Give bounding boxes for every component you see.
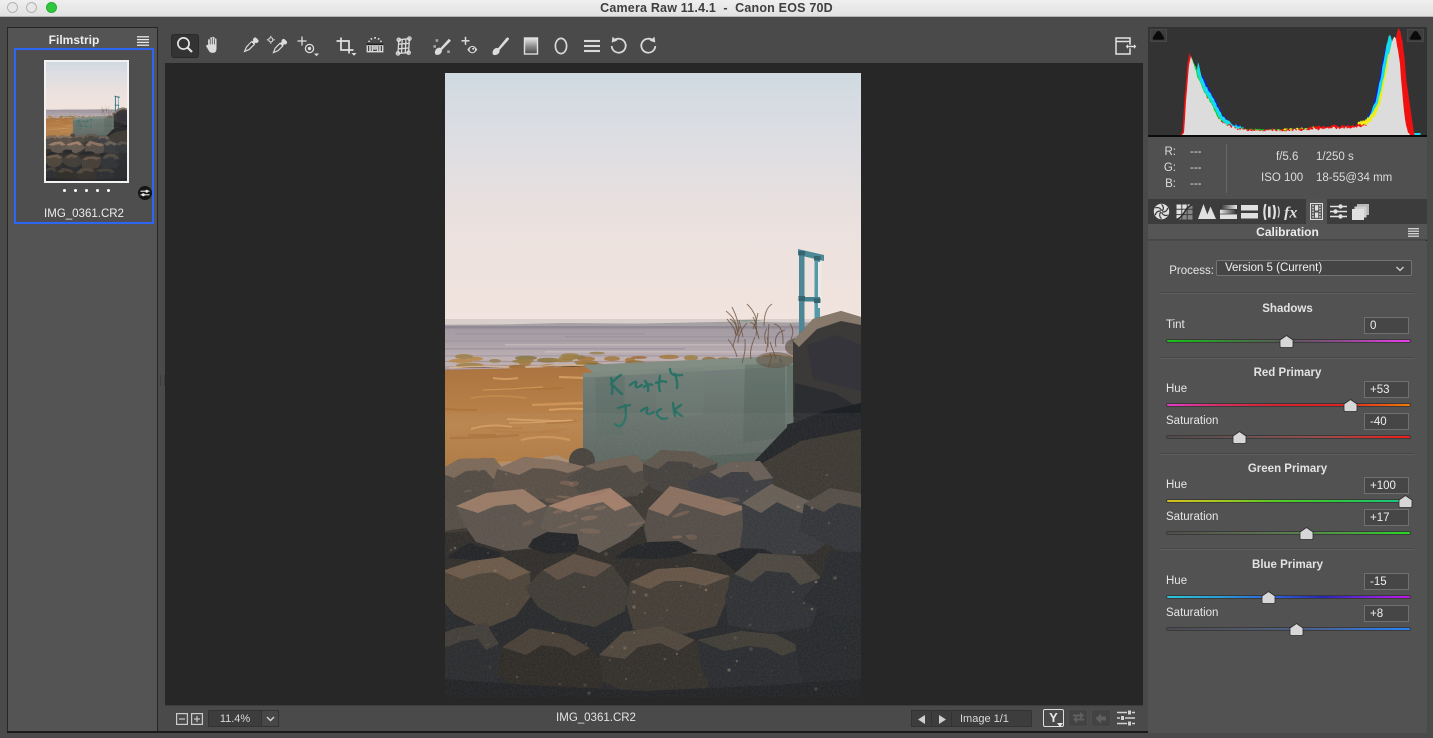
svg-text:fx: fx — [1284, 204, 1297, 220]
